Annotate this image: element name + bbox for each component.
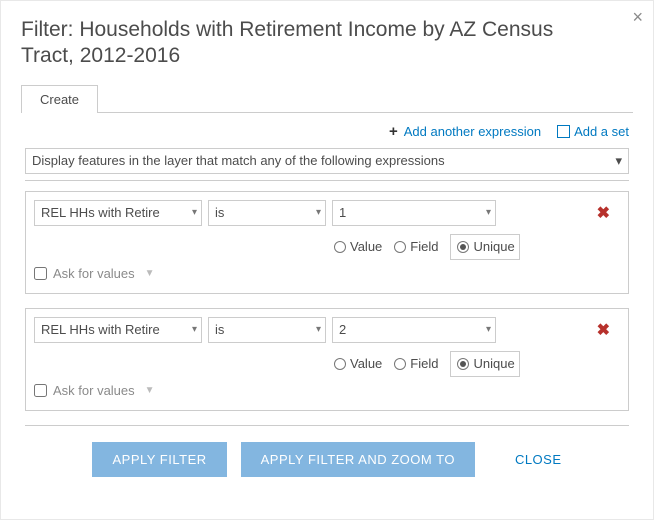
footer: APPLY FILTER APPLY FILTER AND ZOOM TO CL… [21, 442, 633, 477]
tab-create[interactable]: Create [21, 85, 98, 113]
add-expression-link[interactable]: + Add another expression [389, 123, 541, 140]
operator-select[interactable]: is ▾ [208, 200, 326, 226]
expression-row: REL HHs with Retire ▾ is ▾ 2 ▾ ✖ Value F… [25, 308, 629, 411]
radio-field[interactable]: Field [394, 356, 438, 371]
value-text: 2 [339, 322, 346, 337]
chevron-down-icon: ▾ [192, 207, 197, 218]
apply-filter-button[interactable]: APPLY FILTER [92, 442, 226, 477]
add-set-link[interactable]: Add a set [557, 124, 629, 139]
radio-unique[interactable]: Unique [450, 234, 519, 260]
value-select[interactable]: 2 ▾ [332, 317, 496, 343]
value-text: 1 [339, 205, 346, 220]
expression-row: REL HHs with Retire ▾ is ▾ 1 ▾ ✖ Value F… [25, 191, 629, 294]
square-icon [557, 125, 570, 138]
ask-label: Ask for values [53, 383, 135, 398]
radio-value[interactable]: Value [334, 239, 382, 254]
divider [25, 180, 629, 181]
chevron-down-icon: ▾ [192, 324, 197, 335]
value-mode-radios: Value Field Unique [334, 351, 520, 377]
value-select[interactable]: 1 ▾ [332, 200, 496, 226]
dialog-title: Filter: Households with Retirement Incom… [21, 17, 593, 70]
match-mode-text: Display features in the layer that match… [32, 153, 445, 168]
operator-value: is [215, 205, 224, 220]
field-select[interactable]: REL HHs with Retire ▾ [34, 317, 202, 343]
ask-for-values-toggle[interactable]: Ask for values ▼ [34, 383, 155, 398]
radio-field[interactable]: Field [394, 239, 438, 254]
match-mode-select[interactable]: Display features in the layer that match… [25, 148, 629, 174]
apply-filter-zoom-button[interactable]: APPLY FILTER AND ZOOM TO [241, 442, 475, 477]
ask-checkbox[interactable] [34, 384, 47, 397]
plus-icon: + [389, 123, 398, 140]
field-select[interactable]: REL HHs with Retire ▾ [34, 200, 202, 226]
add-set-label: Add a set [574, 124, 629, 139]
delete-expression-icon[interactable]: ✖ [597, 203, 610, 223]
chevron-down-icon: ▼ [145, 268, 155, 279]
operator-value: is [215, 322, 224, 337]
ask-checkbox[interactable] [34, 267, 47, 280]
toolbar: + Add another expression Add a set [21, 113, 633, 148]
radio-value[interactable]: Value [334, 356, 382, 371]
chevron-down-icon: ▾ [486, 324, 491, 335]
close-button[interactable]: CLOSE [515, 452, 562, 467]
radio-unique[interactable]: Unique [450, 351, 519, 377]
field-value: REL HHs with Retire [41, 205, 160, 220]
chevron-down-icon: ▾ [316, 207, 321, 218]
chevron-down-icon: ▾ [316, 324, 321, 335]
operator-select[interactable]: is ▾ [208, 317, 326, 343]
field-value: REL HHs with Retire [41, 322, 160, 337]
ask-label: Ask for values [53, 266, 135, 281]
add-expression-label: Add another expression [404, 124, 541, 139]
filter-dialog: × Filter: Households with Retirement Inc… [0, 0, 654, 520]
chevron-down-icon: ▾ [615, 153, 622, 169]
divider [25, 425, 629, 426]
tab-bar: Create [21, 84, 633, 113]
chevron-down-icon: ▼ [145, 385, 155, 396]
ask-for-values-toggle[interactable]: Ask for values ▼ [34, 266, 155, 281]
chevron-down-icon: ▾ [486, 207, 491, 218]
close-icon[interactable]: × [632, 7, 643, 28]
value-mode-radios: Value Field Unique [334, 234, 520, 260]
delete-expression-icon[interactable]: ✖ [597, 320, 610, 340]
